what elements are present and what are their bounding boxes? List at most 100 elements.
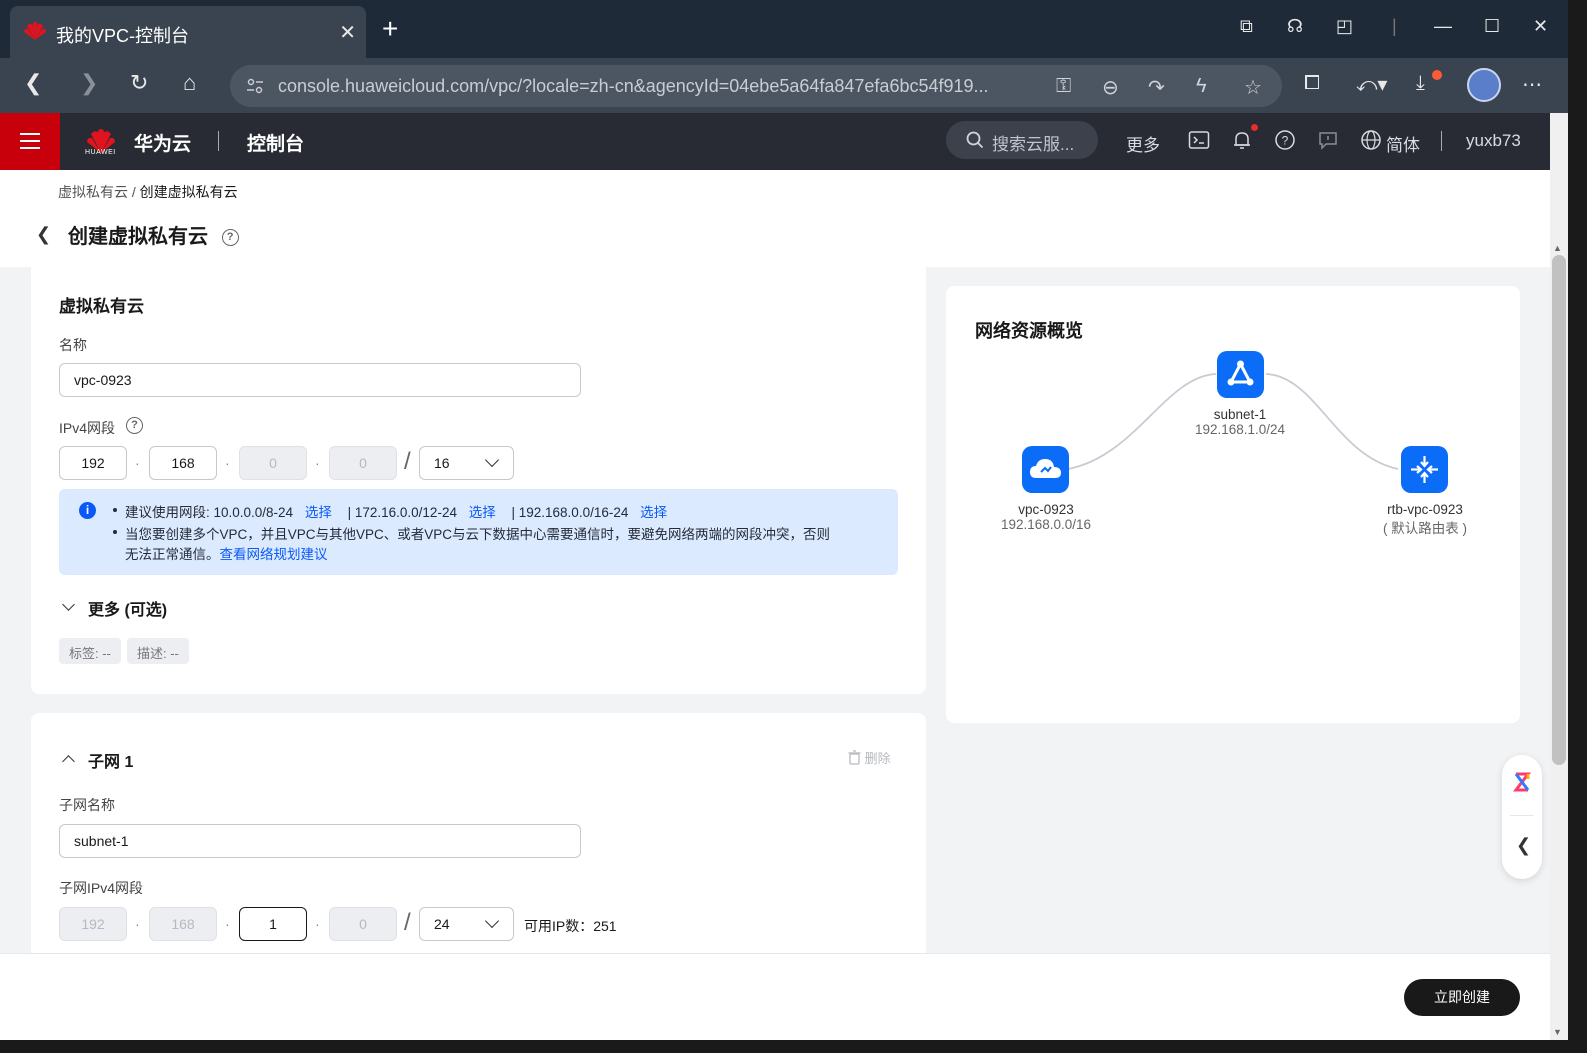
tab-title: 我的VPC-控制台 xyxy=(56,26,190,46)
address-bar[interactable]: console.huaweicloud.com/vpc/?locale=zh-c… xyxy=(230,65,1282,107)
back-icon[interactable]: ❮ xyxy=(24,70,42,96)
conflict-warning-end: 无法正常通信。 xyxy=(125,547,220,562)
favorite-star-icon[interactable]: ☆ xyxy=(1244,75,1262,100)
url-text[interactable]: console.huaweicloud.com/vpc/?locale=zh-c… xyxy=(278,76,1038,97)
more-menu-icon[interactable]: ⋯ xyxy=(1522,72,1542,97)
suggestion-172: | 172.16.0.0/12-24 xyxy=(347,505,457,520)
download-icon[interactable]: ⤓ xyxy=(1416,72,1425,95)
ipv4-help-icon[interactable]: ? xyxy=(126,417,143,434)
collapse-panel-icon[interactable]: ❮ xyxy=(1516,835,1531,856)
vpc-node-icon[interactable] xyxy=(1022,446,1069,493)
mask-slash: / xyxy=(404,909,411,936)
subnet-node-icon[interactable] xyxy=(1217,351,1264,398)
language-selector[interactable]: 简体 xyxy=(1386,131,1420,156)
svg-text:?: ? xyxy=(1282,134,1289,148)
bell-icon[interactable] xyxy=(1231,129,1253,151)
titlebar-divider: | xyxy=(1392,16,1397,36)
lightning-icon[interactable]: ϟ xyxy=(1196,75,1207,98)
vpc-name-input[interactable]: vpc-0923 xyxy=(59,363,581,397)
key-icon[interactable]: ⚿ xyxy=(1056,75,1071,98)
delete-label: 删除 xyxy=(864,751,891,766)
header-divider xyxy=(1441,131,1442,151)
tag-chip[interactable]: 标签: -- xyxy=(59,638,121,664)
assistant-logo-icon[interactable] xyxy=(1512,771,1532,793)
scroll-up-arrow-icon[interactable]: ▲ xyxy=(1553,243,1562,253)
more-menu[interactable]: 更多 xyxy=(1126,131,1160,156)
reload-icon[interactable]: ↻ xyxy=(130,70,148,96)
scroll-down-arrow-icon[interactable]: ▼ xyxy=(1553,1027,1562,1037)
home-icon[interactable]: ⌂ xyxy=(183,70,196,96)
undo-icon[interactable]: ⤺▾ xyxy=(1356,72,1387,97)
extensions-puzzle-icon[interactable]: ⧠ xyxy=(1304,72,1320,95)
search-placeholder: 搜索云服... xyxy=(992,135,1075,154)
vpc-node-label: vpc-0923 192.168.0.0/16 xyxy=(992,502,1100,532)
tab-count-icon[interactable]: ⧉ xyxy=(1240,16,1253,37)
select-192-link[interactable]: 选择 xyxy=(640,505,667,520)
subnet-node-name: subnet-1 xyxy=(1213,407,1267,422)
cloud-icon xyxy=(1030,459,1061,478)
vpc-name-label: 名称 xyxy=(59,337,87,353)
breadcrumb-parent[interactable]: 虚拟私有云 xyxy=(58,184,128,200)
page-back-icon[interactable]: ❮ xyxy=(36,224,51,245)
subnet-octet-3[interactable]: 1 xyxy=(239,907,307,941)
zoom-out-icon[interactable]: ⊖ xyxy=(1102,75,1119,100)
browser-tab[interactable]: 我的VPC-控制台 ✕ xyxy=(10,6,366,58)
service-search[interactable]: 搜索云服... xyxy=(946,121,1098,159)
share-icon[interactable]: ↷ xyxy=(1148,75,1165,100)
notification-dot xyxy=(1251,124,1258,131)
forward-icon[interactable]: ❯ xyxy=(80,70,98,96)
subnet-mask-select[interactable]: 24 xyxy=(419,907,514,941)
suggestion-192: | 192.168.0.0/16-24 xyxy=(511,505,629,520)
scrollbar-thumb[interactable] xyxy=(1552,255,1566,765)
site-info-icon[interactable] xyxy=(246,77,264,95)
vpc-octet-2[interactable]: 168 xyxy=(149,446,217,480)
subnet-name-input[interactable]: subnet-1 xyxy=(59,824,581,858)
chevron-down-icon xyxy=(484,452,500,468)
minimize-icon[interactable]: — xyxy=(1434,16,1452,37)
more-optional-toggle[interactable]: 更多 (可选) xyxy=(88,596,167,620)
extensions-icon[interactable]: ◰ xyxy=(1336,16,1353,37)
select-10-link[interactable]: 选择 xyxy=(305,505,332,520)
route-table-node-icon[interactable] xyxy=(1401,446,1448,493)
copilot-icon[interactable]: ☊ xyxy=(1287,16,1303,37)
feedback-icon[interactable] xyxy=(1317,129,1339,151)
help-circle-icon[interactable]: ? xyxy=(221,229,239,247)
bullet xyxy=(113,530,117,534)
console-link[interactable]: 控制台 xyxy=(247,129,304,156)
user-menu[interactable]: yuxb73 xyxy=(1466,131,1521,151)
vpc-mask-select[interactable]: 16 xyxy=(419,446,514,480)
tab-close-icon[interactable]: ✕ xyxy=(339,20,356,45)
brand-name[interactable]: 华为云 xyxy=(134,129,191,156)
vpc-octet-1[interactable]: 192 xyxy=(59,446,127,480)
maximize-icon[interactable]: ☐ xyxy=(1484,16,1500,37)
help-icon[interactable]: ? xyxy=(1274,129,1296,151)
window-edge xyxy=(1568,0,1587,1053)
network-planning-link[interactable]: 查看网络规划建议 xyxy=(220,547,328,562)
delete-subnet-button[interactable]: 删除 xyxy=(848,748,891,767)
logo-text: HUAWEI xyxy=(85,149,116,156)
breadcrumb-separator: / xyxy=(128,184,140,200)
float-divider xyxy=(1510,815,1534,816)
select-172-link[interactable]: 选择 xyxy=(469,505,496,520)
subnet-ipv4-label: 子网IPv4网段 xyxy=(59,880,144,896)
subnet-node-cidr: 192.168.1.0/24 xyxy=(1194,422,1286,437)
subnet-node-label: subnet-1 192.168.1.0/24 xyxy=(1180,407,1300,437)
create-now-button[interactable]: 立即创建 xyxy=(1404,979,1520,1016)
browser-tabbar: 我的VPC-控制台 ✕ + ⧉ ☊ ◰ | — ☐ ✕ xyxy=(0,0,1587,58)
octet-dot: · xyxy=(315,455,320,471)
new-tab-icon[interactable]: + xyxy=(382,14,398,44)
globe-icon[interactable] xyxy=(1360,129,1382,151)
terminal-icon[interactable] xyxy=(1188,129,1210,151)
huawei-favicon-icon xyxy=(24,21,46,40)
close-window-icon[interactable]: ✕ xyxy=(1533,16,1548,37)
trash-icon xyxy=(848,750,861,765)
header-divider xyxy=(218,131,219,151)
subnet-section-title: 子网 1 xyxy=(88,754,134,771)
hamburger-menu-button[interactable] xyxy=(0,113,60,170)
download-badge xyxy=(1432,70,1442,80)
vpc-node-name: vpc-0923 xyxy=(1018,502,1074,517)
conflict-warning-line-2: 无法正常通信。查看网络规划建议 xyxy=(113,543,328,563)
description-chip[interactable]: 描述: -- xyxy=(127,638,189,664)
profile-avatar[interactable] xyxy=(1467,68,1501,102)
page-title-text: 创建虚拟私有云 xyxy=(68,226,208,248)
